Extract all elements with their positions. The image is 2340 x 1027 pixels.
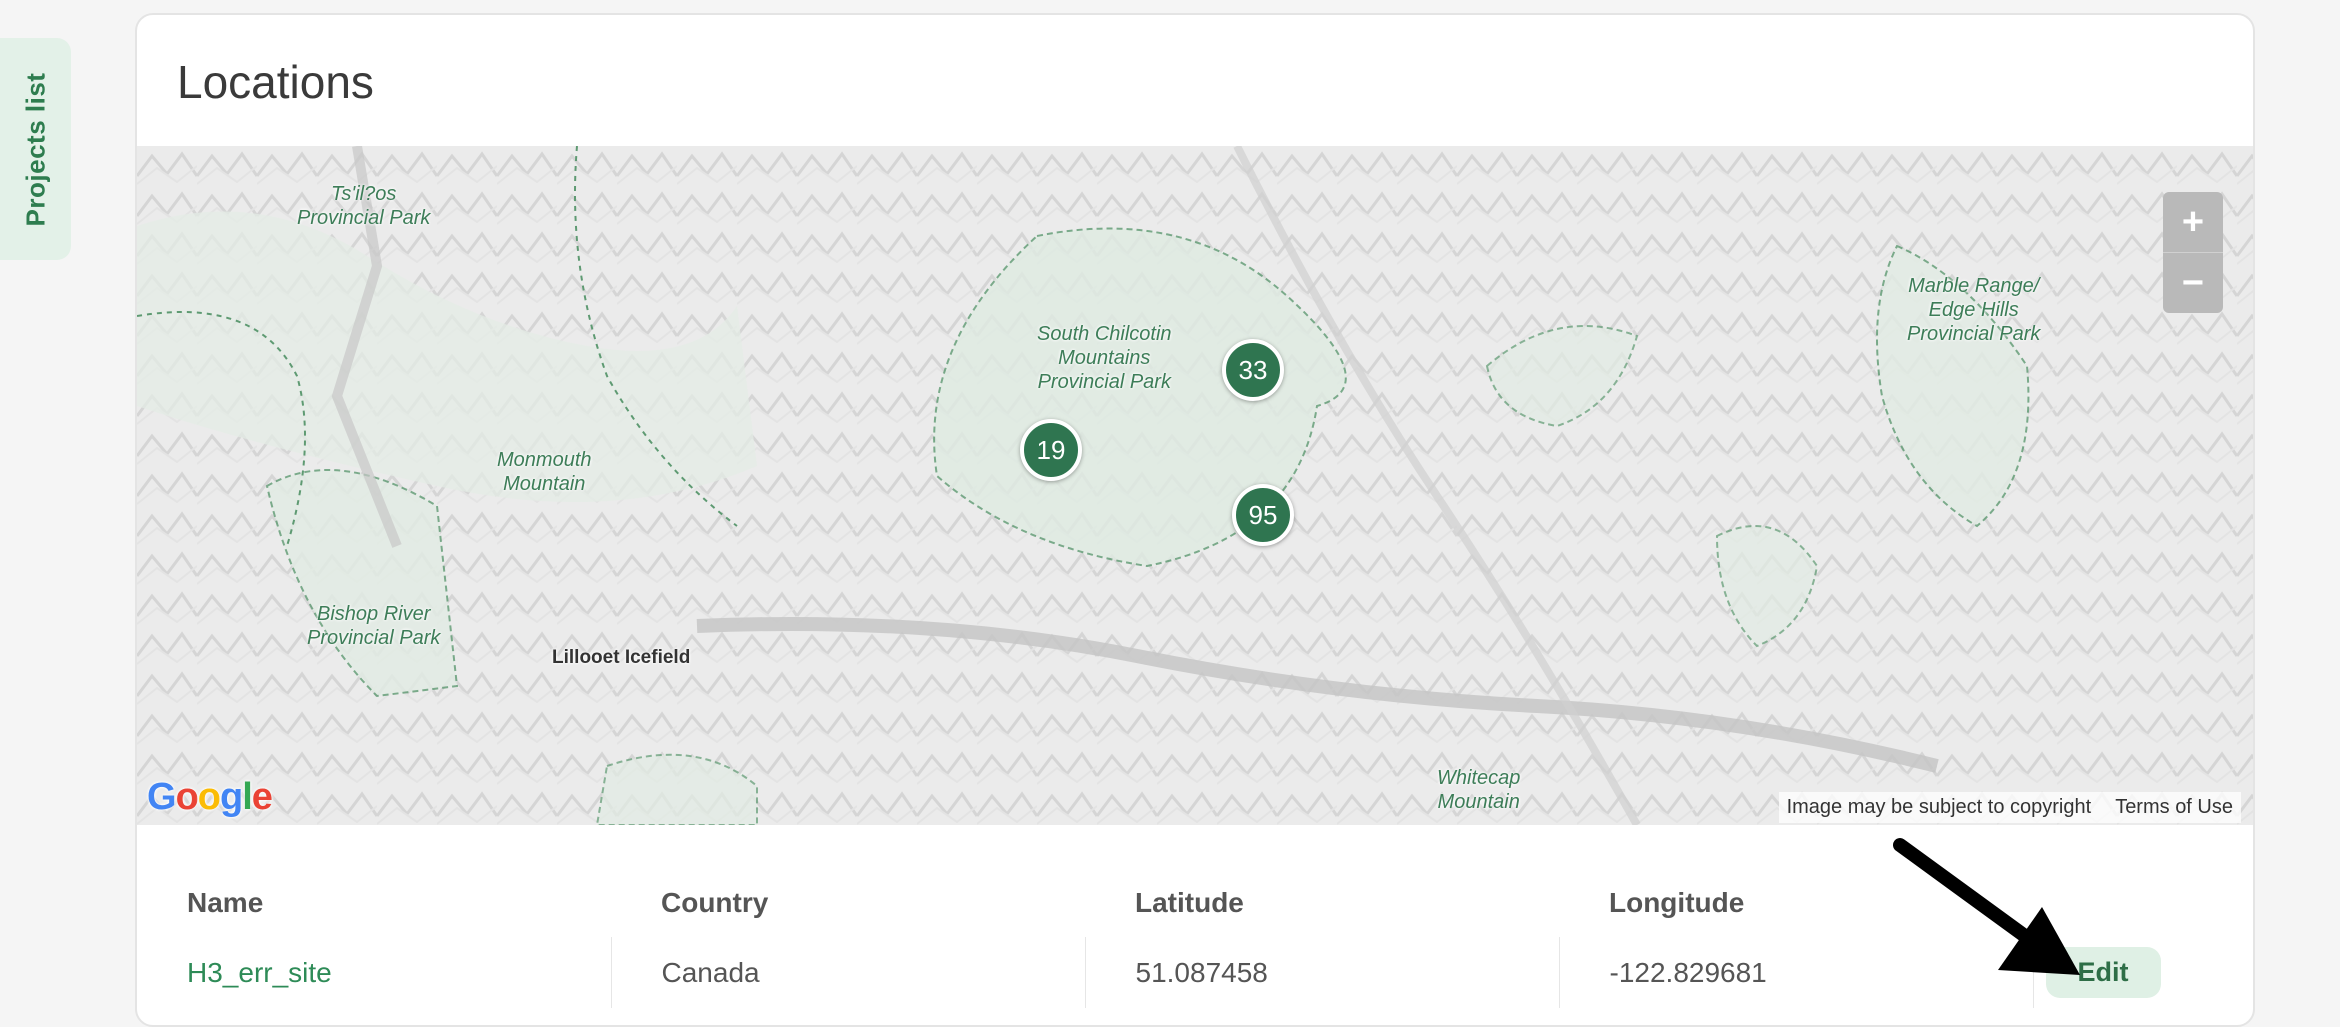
terrain-background [137, 146, 2253, 825]
zoom-controls: + − [2163, 192, 2223, 313]
map-view[interactable]: Ts'il?os Provincial Park South Chilcotin… [137, 146, 2253, 825]
map-attribution: Image may be subject to copyright Terms … [1778, 792, 2241, 823]
column-header-name: Name [187, 887, 264, 918]
map-label-monmouth: Monmouth Mountain [497, 449, 592, 495]
map-label-tsilos: Ts'il?os Provincial Park [297, 183, 431, 229]
map-label-south-chilcotin: South Chilcotin Mountains Provincial Par… [1037, 323, 1172, 393]
map-cluster-marker[interactable]: 33 [1222, 339, 1284, 401]
annotation-arrow-icon [1893, 838, 2080, 975]
projects-list-tab-label: Projects list [20, 72, 50, 226]
cell-name: H3_err_site [137, 937, 611, 1008]
map-label-whitecap: Whitecap Mountain [1437, 767, 1521, 813]
page-title: Locations [177, 56, 374, 108]
cell-latitude: 51.087458 [1084, 937, 1559, 1008]
google-logo: Google [147, 776, 273, 818]
map-cluster-marker[interactable]: 19 [1020, 419, 1082, 481]
zoom-in-button[interactable]: + [2163, 192, 2223, 252]
column-header-country: Country [661, 887, 769, 918]
location-name-link[interactable]: H3_err_site [187, 957, 332, 988]
map-label-lillooet-icefield: Lillooet Icefield [552, 647, 691, 668]
terms-of-use-link[interactable]: Terms of Use [2115, 796, 2233, 819]
map-label-bishop-river: Bishop River Provincial Park [307, 603, 441, 649]
cell-country: Canada [610, 937, 1085, 1008]
map-label-marble-range: Marble Range/ Edge Hills Provincial Park [1907, 275, 2041, 345]
copyright-notice: Image may be subject to copyright [1786, 796, 2092, 818]
map-cluster-marker[interactable]: 95 [1232, 484, 1294, 546]
zoom-out-button[interactable]: − [2163, 252, 2223, 313]
column-header-latitude: Latitude [1135, 887, 1244, 918]
projects-list-tab[interactable]: Projects list [0, 38, 71, 260]
